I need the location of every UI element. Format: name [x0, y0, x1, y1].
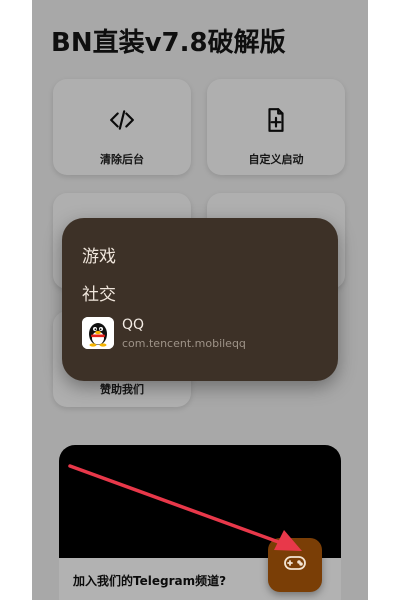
app-package: com.tencent.mobileqq — [122, 337, 246, 350]
app-name: QQ — [122, 317, 145, 333]
game-fab-button[interactable] — [268, 538, 322, 592]
app-category-popup: 游戏 社交 QQ com.tencent.mobileqq — [62, 218, 338, 381]
qq-penguin-icon — [82, 317, 114, 349]
category-social[interactable]: 社交 — [82, 280, 116, 305]
gamepad-icon — [283, 551, 307, 579]
category-game[interactable]: 游戏 — [82, 242, 116, 267]
app-item-qq[interactable]: QQ com.tencent.mobileqq — [82, 317, 322, 353]
